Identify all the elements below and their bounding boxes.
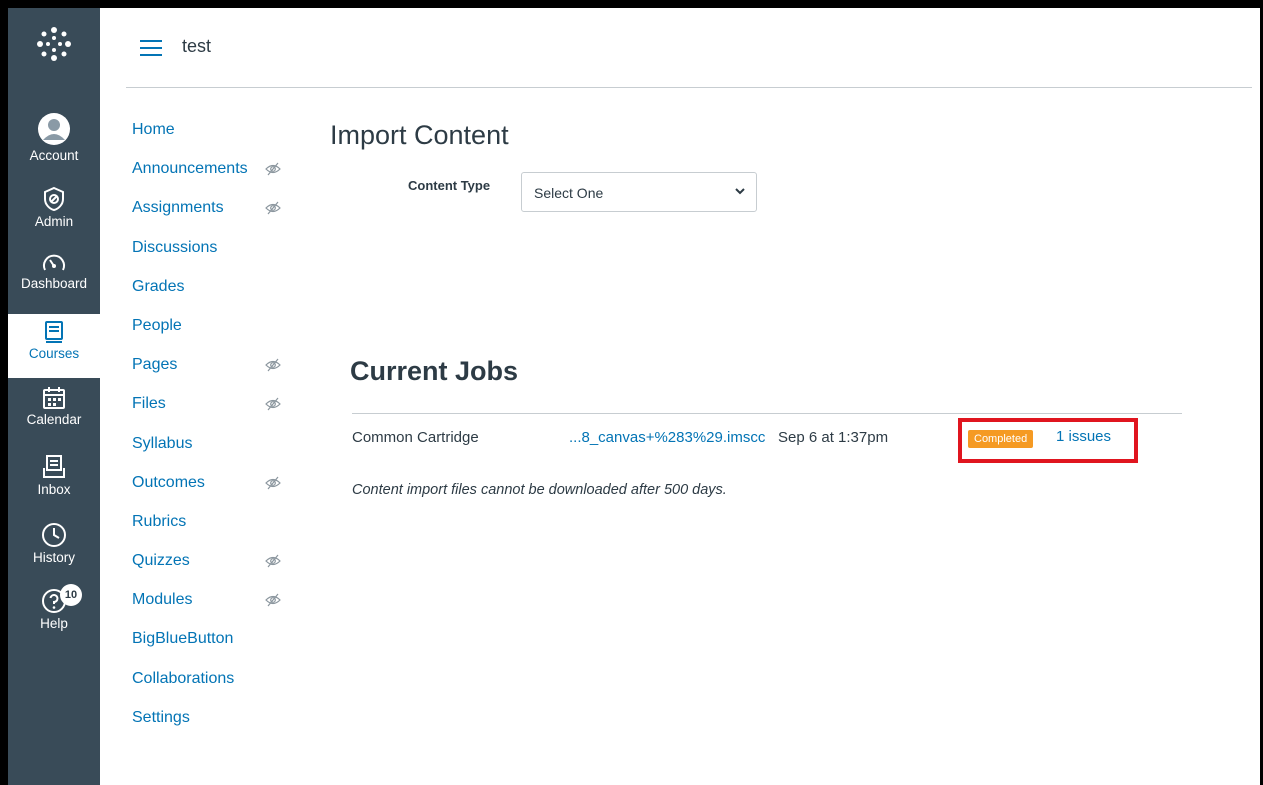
course-nav-item-settings[interactable]: Settings bbox=[132, 708, 302, 747]
course-nav-label: Settings bbox=[132, 708, 190, 726]
inbox-icon bbox=[43, 455, 65, 478]
course-nav-label: Files bbox=[132, 395, 166, 413]
course-nav-item-people[interactable]: People bbox=[132, 316, 302, 355]
account-avatar-icon bbox=[38, 113, 70, 145]
course-nav-label: Announcements bbox=[132, 160, 248, 178]
course-nav-item-collaborations[interactable]: Collaborations bbox=[132, 669, 302, 708]
course-nav-label: Outcomes bbox=[132, 473, 205, 491]
hamburger-icon[interactable] bbox=[140, 40, 162, 58]
nav-account[interactable]: Account bbox=[8, 106, 100, 170]
eye-slash-icon bbox=[265, 476, 281, 490]
nav-help-label: Help bbox=[40, 616, 68, 631]
content-type-label: Content Type bbox=[408, 178, 491, 193]
content-type-value: Select One bbox=[534, 185, 604, 201]
course-nav-item-rubrics[interactable]: Rubrics bbox=[132, 512, 302, 551]
course-nav-label: Modules bbox=[132, 591, 193, 609]
calendar-icon bbox=[43, 387, 65, 409]
import-note: Content import files cannot be downloade… bbox=[352, 482, 727, 498]
course-nav-label: Pages bbox=[132, 356, 178, 374]
nav-calendar[interactable]: Calendar bbox=[8, 380, 100, 444]
course-nav-item-pages[interactable]: Pages bbox=[132, 355, 302, 394]
course-nav-item-outcomes[interactable]: Outcomes bbox=[132, 473, 302, 512]
dashboard-gauge-icon bbox=[43, 254, 65, 271]
course-nav-label: People bbox=[132, 316, 182, 334]
global-nav: Account Admin Dashboard Courses Calendar… bbox=[8, 8, 100, 785]
job-file-link[interactable]: ...8_canvas+%283%29.imscc bbox=[569, 429, 765, 446]
course-nav-label: Collaborations bbox=[132, 669, 235, 687]
eye-slash-icon bbox=[265, 162, 281, 176]
nav-courses[interactable]: Courses bbox=[8, 314, 100, 378]
canvas-logo-icon[interactable] bbox=[8, 8, 100, 80]
divider bbox=[352, 413, 1182, 414]
nav-dashboard-label: Dashboard bbox=[20, 276, 88, 291]
course-nav-item-discussions[interactable]: Discussions bbox=[132, 238, 302, 277]
course-nav: Home Announcements Assignments Discussions G… bbox=[132, 120, 302, 747]
nav-admin-label: Admin bbox=[34, 214, 74, 229]
nav-admin[interactable]: Admin bbox=[8, 180, 100, 244]
page-header: test bbox=[126, 8, 1252, 88]
nav-history-label: History bbox=[32, 550, 75, 565]
nav-help[interactable]: 10 Help bbox=[8, 582, 100, 646]
course-nav-label: Rubrics bbox=[132, 512, 187, 530]
job-date: Sep 6 at 1:37pm bbox=[778, 429, 889, 446]
nav-account-label: Account bbox=[29, 148, 79, 163]
nav-dashboard[interactable]: Dashboard bbox=[8, 244, 100, 308]
course-nav-label: Syllabus bbox=[132, 434, 193, 452]
course-nav-label: Home bbox=[132, 121, 175, 138]
course-nav-item-grades[interactable]: Grades bbox=[132, 277, 302, 316]
course-nav-item-assignments[interactable]: Assignments bbox=[132, 198, 302, 237]
breadcrumb-course[interactable]: test bbox=[182, 36, 211, 57]
browser-frame: Account Admin Dashboard Courses Calendar… bbox=[8, 8, 1260, 785]
job-type: Common Cartridge bbox=[352, 429, 479, 446]
eye-slash-icon bbox=[265, 554, 281, 568]
nav-inbox[interactable]: Inbox bbox=[8, 448, 100, 512]
course-nav-label: BigBlueButton bbox=[132, 630, 234, 648]
nav-courses-label: Courses bbox=[28, 346, 80, 361]
course-nav-item-bigbluebutton[interactable]: BigBlueButton bbox=[132, 629, 302, 668]
main-content: Import Content Content Type Select One C… bbox=[330, 120, 1230, 498]
page-title: Import Content bbox=[330, 120, 509, 150]
chevron-down-icon bbox=[735, 188, 745, 195]
course-nav-label: Assignments bbox=[132, 199, 224, 217]
nav-calendar-label: Calendar bbox=[26, 412, 82, 427]
course-nav-label: Grades bbox=[132, 277, 185, 295]
course-nav-label: Quizzes bbox=[132, 552, 190, 570]
admin-shield-icon bbox=[44, 186, 64, 212]
nav-history[interactable]: History bbox=[8, 516, 100, 580]
eye-slash-icon bbox=[265, 593, 281, 607]
content-type-select[interactable]: Select One bbox=[521, 172, 757, 212]
course-nav-item-syllabus[interactable]: Syllabus bbox=[132, 434, 302, 473]
course-nav-item-modules[interactable]: Modules bbox=[132, 590, 302, 629]
status-badge: Completed bbox=[968, 430, 1034, 448]
course-nav-item-home[interactable]: Home bbox=[132, 120, 302, 159]
nav-inbox-label: Inbox bbox=[37, 482, 71, 497]
current-jobs-heading: Current Jobs bbox=[350, 356, 519, 386]
courses-book-icon bbox=[45, 321, 63, 343]
eye-slash-icon bbox=[265, 397, 281, 411]
issues-link[interactable]: 1 issues bbox=[1056, 428, 1111, 445]
history-clock-icon bbox=[42, 523, 66, 547]
help-badge: 10 bbox=[60, 584, 82, 606]
eye-slash-icon bbox=[265, 201, 281, 215]
course-nav-item-announcements[interactable]: Announcements bbox=[132, 159, 302, 198]
course-nav-item-files[interactable]: Files bbox=[132, 394, 302, 433]
eye-slash-icon bbox=[265, 358, 281, 372]
course-nav-item-quizzes[interactable]: Quizzes bbox=[132, 551, 302, 590]
course-nav-label: Discussions bbox=[132, 238, 218, 256]
